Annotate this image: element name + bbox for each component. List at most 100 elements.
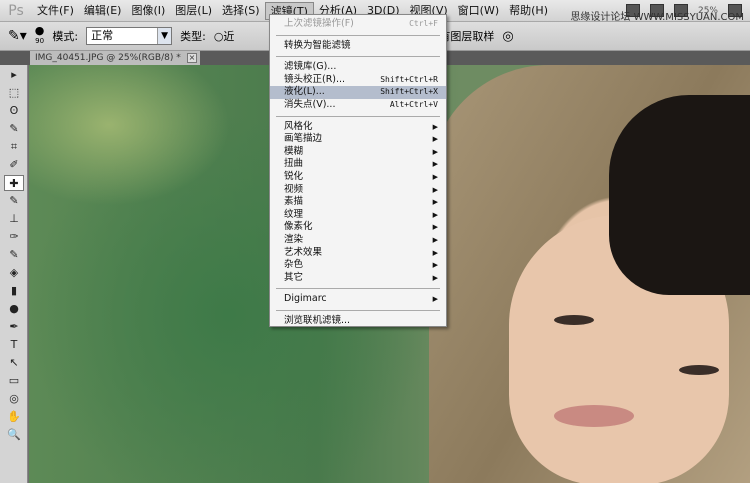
mode-value: 正常 <box>91 29 114 42</box>
document-title: IMG_40451.JPG @ 25%(RGB/8) * <box>35 53 181 63</box>
submenu-item[interactable]: 风格化 ▶ <box>270 121 446 134</box>
menu-item[interactable]: 镜头校正(R)... Shift+Ctrl+R <box>270 74 446 87</box>
tool-icon[interactable]: ▭ <box>4 373 24 389</box>
submenu-label: 视频 <box>284 183 304 195</box>
menu-item-digimarc[interactable]: Digimarc ▶ <box>270 293 446 306</box>
submenu-label: 其它 <box>284 271 304 283</box>
photo-eye <box>554 315 594 325</box>
submenu-arrow-icon: ▶ <box>432 198 438 207</box>
submenu-arrow-icon: ▶ <box>432 273 438 282</box>
submenu-item[interactable]: 其它 ▶ <box>270 272 446 285</box>
tool-icon[interactable]: ✎ <box>4 121 24 137</box>
tool-icon[interactable]: ʘ <box>4 103 24 119</box>
tool-icon[interactable]: ◈ <box>4 265 24 281</box>
menu-item-label: 液化(L)... <box>284 86 325 98</box>
submenu-arrow-icon: ▶ <box>432 147 438 156</box>
submenu-item[interactable]: 素描 ▶ <box>270 196 446 209</box>
menu-item-label: 滤镜库(G)... <box>284 61 337 73</box>
document-tab[interactable]: IMG_40451.JPG @ 25%(RGB/8) * × <box>30 51 200 65</box>
tool-icon[interactable]: ✐ <box>4 157 24 173</box>
submenu-arrow-icon: ▶ <box>432 248 438 257</box>
separator <box>276 34 440 36</box>
menu-file[interactable]: 文件(F) <box>32 2 79 20</box>
menu-help[interactable]: 帮助(H) <box>504 2 553 20</box>
submenu-arrow-icon: ▶ <box>432 160 438 169</box>
close-icon[interactable]: × <box>187 53 197 63</box>
tool-icon[interactable]: ⌗ <box>4 139 24 155</box>
type-label: 类型: <box>180 30 206 43</box>
type-radio[interactable]: ○近 <box>214 28 235 44</box>
brush-preset-picker[interactable]: ● 90 <box>35 25 45 46</box>
submenu-label: 锐化 <box>284 170 304 182</box>
menu-select[interactable]: 选择(S) <box>217 2 265 20</box>
tool-icon[interactable]: ● <box>4 301 24 317</box>
menu-item-last-filter[interactable]: 上次滤镜操作(F) Ctrl+F <box>270 18 446 31</box>
submenu-label: 杂色 <box>284 259 304 271</box>
submenu-item[interactable]: 画笔描边 ▶ <box>270 133 446 146</box>
tool-icon[interactable]: ✑ <box>4 229 24 245</box>
submenu-item[interactable]: 视频 ▶ <box>270 184 446 197</box>
submenu-item[interactable]: 艺术效果 ▶ <box>270 247 446 260</box>
healing-brush-icon[interactable]: ✎▾ <box>8 28 27 44</box>
submenu-item[interactable]: 渲染 ▶ <box>270 234 446 247</box>
photoshop-logo: Ps <box>8 2 24 19</box>
separator <box>276 309 440 311</box>
submenu-arrow-icon: ▶ <box>432 223 438 232</box>
submenu-arrow-icon: ▶ <box>432 185 438 194</box>
separator <box>276 56 440 58</box>
submenu-arrow-icon: ▶ <box>432 210 438 219</box>
tool-icon[interactable]: T <box>4 337 24 353</box>
tool-icon[interactable]: ✚ <box>4 175 24 191</box>
submenu-label: 渲染 <box>284 233 304 245</box>
menu-window[interactable]: 窗口(W) <box>453 2 504 20</box>
tool-icon[interactable]: ✋ <box>4 409 24 425</box>
menu-item[interactable]: 液化(L)... Shift+Ctrl+X <box>270 86 446 99</box>
submenu-item[interactable]: 纹理 ▶ <box>270 209 446 222</box>
type-value: 近 <box>223 30 235 43</box>
mode-select[interactable]: 正常 ▼ <box>86 27 173 45</box>
menu-item-browse-online[interactable]: 浏览联机滤镜... <box>270 315 446 328</box>
submenu-label: 风格化 <box>284 120 313 132</box>
submenu-item[interactable]: 锐化 ▶ <box>270 171 446 184</box>
menu-item[interactable]: 滤镜库(G)... <box>270 61 446 74</box>
tool-icon[interactable]: ✎ <box>4 193 24 209</box>
menu-item[interactable]: 消失点(V)... Alt+Ctrl+V <box>270 99 446 112</box>
submenu-label: 模糊 <box>284 145 304 157</box>
tool-icon[interactable]: 🔍 <box>4 427 24 443</box>
tool-icon[interactable]: ◎ <box>4 391 24 407</box>
menu-item-label: 消失点(V)... <box>284 98 336 110</box>
submenu-arrow-icon: ▶ <box>432 135 438 144</box>
tool-icon[interactable]: ▸ <box>4 67 24 83</box>
menu-edit[interactable]: 编辑(E) <box>79 2 127 20</box>
filter-menu: 上次滤镜操作(F) Ctrl+F 转换为智能滤镜 滤镜库(G)... 镜头校正(R)… <box>269 14 447 327</box>
tool-icon[interactable]: ✒ <box>4 319 24 335</box>
tool-icon[interactable]: ✎ <box>4 247 24 263</box>
separator <box>276 115 440 117</box>
pressure-icon[interactable]: ◎ <box>502 29 513 44</box>
photo-lips <box>554 405 634 427</box>
submenu-arrow-icon: ▶ <box>432 261 438 270</box>
tool-icon[interactable]: ↖ <box>4 355 24 371</box>
watermark: 思缘设计论坛 WWW.MISSYUAN.COM <box>570 12 744 23</box>
menu-item-shortcut: Shift+Ctrl+R <box>380 74 438 84</box>
submenu-item[interactable]: 像素化 ▶ <box>270 221 446 234</box>
submenu-label: 扭曲 <box>284 158 304 170</box>
submenu-arrow-icon: ▶ <box>432 172 438 181</box>
tool-icon[interactable]: ⬚ <box>4 85 24 101</box>
brush-size: 90 <box>35 37 45 45</box>
tool-icon[interactable]: ⊥ <box>4 211 24 227</box>
tool-icon[interactable]: ▮ <box>4 283 24 299</box>
tools-panel: ▸ ⬚ ʘ ✎ ⌗ ✐ ✚ ✎ ⊥ ✑ ✎ ◈ ▮ ● ✒ T ↖ ▭ ◎ ✋ 🔍 <box>0 65 28 483</box>
submenu-label: 纹理 <box>284 208 304 220</box>
submenu-label: 素描 <box>284 196 304 208</box>
submenu-arrow-icon: ▶ <box>432 122 438 131</box>
menu-item-label: 镜头校正(R)... <box>284 73 346 85</box>
submenu-item[interactable]: 扭曲 ▶ <box>270 158 446 171</box>
menu-image[interactable]: 图像(I) <box>126 2 170 20</box>
menu-layer[interactable]: 图层(L) <box>170 2 217 20</box>
menu-item-convert-smart-filters[interactable]: 转换为智能滤镜 <box>270 40 446 53</box>
mode-label: 模式: <box>52 30 79 43</box>
submenu-item[interactable]: 杂色 ▶ <box>270 259 446 272</box>
menu-item-shortcut: Alt+Ctrl+V <box>389 99 438 109</box>
submenu-item[interactable]: 模糊 ▶ <box>270 146 446 159</box>
